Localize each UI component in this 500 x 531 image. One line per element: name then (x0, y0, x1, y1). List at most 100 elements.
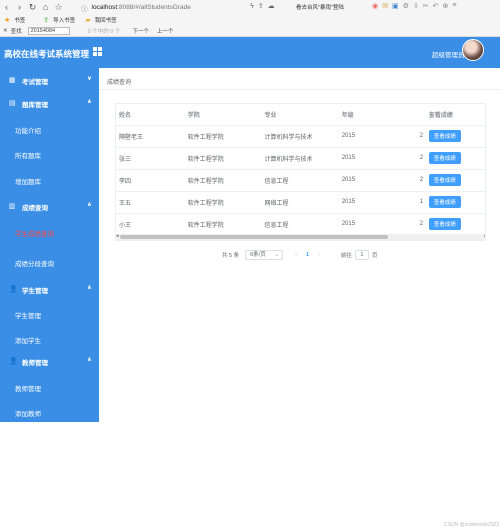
table-row: 李四 软件工程学院 信息工程 2015 2 查看成绩 (116, 169, 485, 192)
settings-icon[interactable]: ⚙ (403, 2, 409, 10)
table-cell: 2015 (338, 213, 417, 236)
sidebar-group-label: 考试管理 (22, 79, 48, 86)
find-next-button[interactable]: 下一个 (132, 27, 149, 35)
cloud-icon[interactable]: ☁ (268, 2, 275, 10)
page-size-select[interactable]: 6条/页 ⌄ (245, 250, 284, 260)
sidebar-item-label: 教师管理 (15, 386, 41, 393)
table-cell: 软件工程学院 (184, 125, 262, 148)
scroll-left-icon[interactable]: ◂ (116, 233, 119, 239)
chevron-up-icon: ∧ (87, 202, 92, 208)
find-input[interactable]: 20154084 (27, 27, 70, 35)
grid-menu-icon[interactable] (93, 47, 102, 56)
download-icon[interactable]: ⇩ (413, 2, 419, 10)
find-prev-button[interactable]: 上一个 (157, 27, 174, 35)
chevron-up-icon: ∧ (87, 99, 92, 105)
avatar[interactable] (462, 39, 484, 61)
current-page[interactable]: 1 (306, 252, 309, 258)
user-icon: 👤 (9, 358, 18, 365)
total-count: 共 5 条 (222, 253, 240, 259)
prev-page-icon[interactable]: ‹ (295, 252, 297, 258)
home-icon[interactable]: ⌂ (39, 2, 52, 12)
bookmark-item[interactable]: 我回书签 (95, 16, 117, 24)
sidebar-item-label: 所有题库 (15, 153, 41, 160)
pagination: 共 5 条 6条/页 ⌄ ‹ 1 › 前往 1 页 (222, 250, 377, 260)
close-find-icon[interactable]: ✕ (3, 28, 8, 34)
cut-icon[interactable]: ✂ (423, 2, 429, 10)
forward-icon[interactable]: › (13, 2, 26, 12)
zoom-icon[interactable]: ⊕ (443, 2, 449, 10)
star-icon: ★ (4, 16, 11, 24)
find-result: 0 个中的 0 个 (87, 29, 121, 35)
table-cell: 计算机科学与技术 (261, 125, 339, 148)
chevron-down-icon: ∨ (87, 76, 92, 82)
chart-icon: ▥ (9, 203, 16, 210)
scroll-right-icon[interactable]: ▸ (484, 233, 485, 239)
box-icon[interactable]: ▣ (392, 2, 399, 10)
table-cell: 网络工程 (261, 191, 339, 214)
view-grade-button[interactable]: 查看成绩 (428, 218, 461, 230)
table-cell: 计算机科学与技术 (261, 147, 339, 170)
bookmark-star-icon[interactable]: ☆ (52, 2, 65, 13)
table-cell: 隔壁老王 (116, 125, 185, 148)
undo-icon[interactable]: ↶ (433, 2, 439, 10)
view-grade-button[interactable]: 查看成绩 (428, 130, 461, 142)
watermark: CSDN @codemode2022 (444, 522, 500, 528)
extension-icons: ◉ ✉ ▣ ⚙ ⇩ ✂ ↶ ⊕ ≡ (372, 2, 456, 10)
table-cell-action: 查看成绩 (425, 191, 485, 214)
column-header (416, 104, 426, 126)
sidebar: ▦ 考试管理 ∨ ▤ 题库管理 ∧ 功能介绍 所有题库 增加题库 ▥ 成绩查询 … (0, 68, 99, 422)
mail-icon[interactable]: ✉ (382, 2, 388, 10)
next-page-icon[interactable]: › (318, 252, 320, 258)
sidebar-group-label: 成绩查询 (22, 205, 48, 212)
goto-label: 前往 (340, 253, 352, 259)
table-cell: 2 (416, 213, 426, 236)
sidebar-item-label: 增加题库 (15, 179, 41, 186)
goto-page-input[interactable]: 1 (354, 250, 369, 260)
table-cell: 软件工程学院 (184, 169, 262, 192)
view-grade-button[interactable]: 查看成绩 (428, 174, 461, 186)
sidebar-item-label: 学生成绩查询 (15, 231, 54, 238)
table-cell: 2 (416, 125, 426, 148)
reload-icon[interactable]: ↻ (26, 2, 39, 13)
table-cell: 李四 (116, 169, 185, 192)
view-grade-button[interactable]: 查看成绩 (428, 152, 461, 164)
bookmarks-bar: ★ 书签 ⇪ 导入书签 ▰ 我回书签 (0, 14, 500, 25)
table-row: 张三 软件工程学院 计算机科学与技术 2015 2 查看成绩 (116, 147, 485, 170)
chevron-up-icon: ∧ (87, 285, 92, 291)
table-cell: 2015 (338, 125, 417, 148)
document-icon: ▤ (9, 100, 16, 107)
sidebar-group-label: 教师管理 (22, 360, 48, 367)
column-header: 查看成绩 (425, 104, 485, 126)
table-cell: 软件工程学院 (184, 147, 262, 170)
view-grade-button[interactable]: 查看成绩 (428, 196, 461, 208)
sidebar-group-label: 题库管理 (22, 102, 48, 109)
bookmark-item[interactable]: 导入书签 (53, 16, 75, 24)
url-host: localhost (91, 4, 118, 11)
scroll-thumb[interactable] (120, 235, 388, 239)
browser-chrome: ‹ › ↻ ⌂ ☆ ⓘ localhost :8088/#/allStudent… (0, 0, 500, 37)
table-cell: 2015 (338, 147, 417, 170)
table-cell: 软件工程学院 (184, 191, 262, 214)
url-path: :8088/#/allStudentsGrade (117, 4, 191, 11)
table-cell: 2015 (338, 169, 417, 192)
news-ticker[interactable]: 看去台风"暴雨"登陆 (296, 3, 344, 11)
horizontal-scrollbar[interactable]: ◂ ▸ (116, 233, 485, 240)
column-header: 学院 (184, 104, 262, 126)
sidebar-group-label: 学生管理 (22, 288, 48, 295)
sidebar-item-label: 添加学生 (15, 338, 41, 345)
admin-name[interactable]: 超级管理员 (432, 49, 465, 59)
game-icon[interactable]: ◉ (372, 2, 378, 10)
back-icon[interactable]: ‹ (0, 2, 13, 12)
menu-icon[interactable]: ≡ (452, 2, 456, 10)
table-cell-action: 查看成绩 (425, 213, 485, 236)
grades-table: 姓名 学院 专业 年级 查看成绩 隔壁老王 软件工程学院 计算机科学与技术 20… (115, 103, 486, 241)
share-icon[interactable]: ⇪ (258, 2, 264, 10)
table-cell: 信息工程 (261, 169, 339, 192)
table-cell-action: 查看成绩 (425, 147, 485, 170)
app-header: 高校在线考试系统管理 超级管理员 (0, 37, 500, 68)
table-row: 小王 软件工程学院 信息工程 2015 2 查看成绩 (116, 213, 485, 236)
bookmark-item[interactable]: 书签 (14, 16, 25, 24)
table-cell: 王五 (116, 191, 185, 214)
address-bar[interactable]: ⓘ localhost :8088/#/allStudentsGrade (81, 2, 251, 13)
lightning-icon[interactable]: ϟ (250, 3, 254, 10)
